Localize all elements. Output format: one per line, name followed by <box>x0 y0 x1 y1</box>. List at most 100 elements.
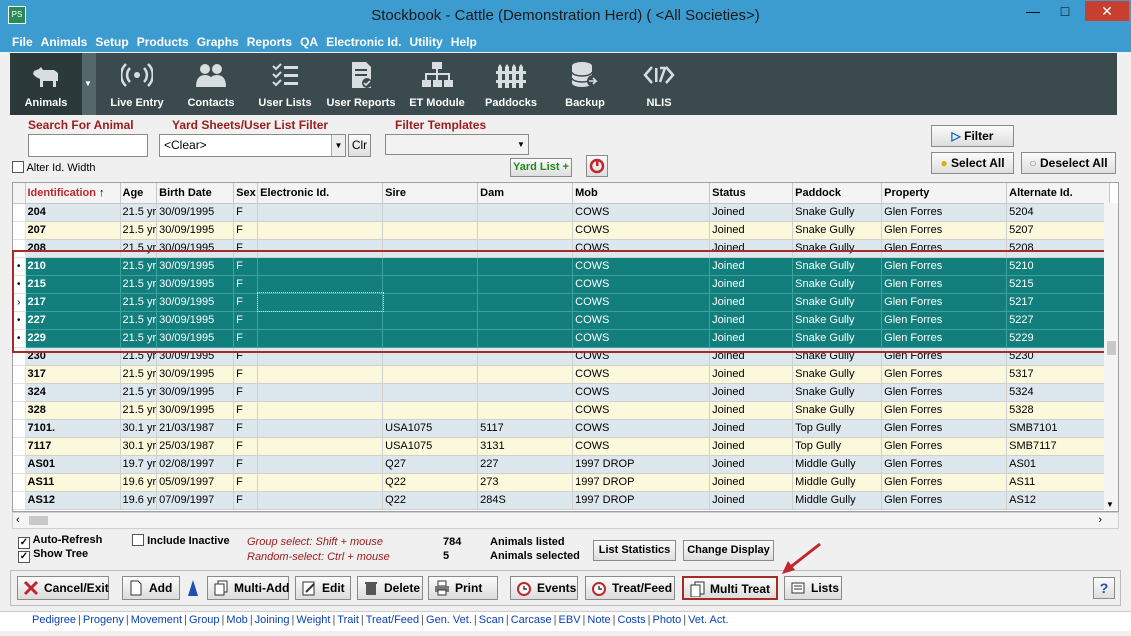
cell-age[interactable]: 21.5 yr <box>120 401 158 420</box>
cell-dam[interactable] <box>477 383 574 402</box>
cell-dam[interactable]: 5117 <box>477 419 574 438</box>
cell-identification[interactable]: 317 <box>25 365 121 384</box>
cell-electronic-id[interactable] <box>257 419 384 438</box>
cell-property[interactable]: Glen Forres <box>881 383 1008 402</box>
header-identification[interactable]: Identification ↑ <box>25 183 121 204</box>
header-sex[interactable]: Sex <box>233 183 259 204</box>
header-birth-date[interactable]: Birth Date <box>156 183 235 204</box>
cell-dam[interactable] <box>477 221 574 240</box>
deselect-all-button[interactable]: ○ Deselect All <box>1021 152 1116 174</box>
cell-age[interactable]: 21.5 yr <box>120 365 158 384</box>
maximize-button[interactable]: □ <box>1050 1 1080 21</box>
cell-electronic-id[interactable] <box>257 221 384 240</box>
cell-property[interactable]: Glen Forres <box>881 365 1008 384</box>
vertical-scrollbar[interactable]: ▼ <box>1104 203 1118 510</box>
cell-paddock[interactable]: Middle Gully <box>792 455 883 474</box>
cell-status[interactable]: Joined <box>709 437 794 456</box>
link-movement[interactable]: Movement <box>129 614 184 626</box>
toolbar-contacts[interactable]: Contacts <box>176 53 246 115</box>
cell-electronic-id[interactable] <box>257 437 384 456</box>
edit-button[interactable]: Edit <box>295 576 351 600</box>
link-group[interactable]: Group <box>187 614 222 626</box>
cell-dam[interactable] <box>477 401 574 420</box>
cell-sire[interactable] <box>382 401 479 420</box>
cell-sex[interactable]: F <box>233 401 259 420</box>
cell-identification[interactable]: 7117 <box>25 437 121 456</box>
cell-identification[interactable]: 7101. <box>25 419 121 438</box>
link-costs[interactable]: Costs <box>616 614 648 626</box>
cell-paddock[interactable]: Snake Gully <box>792 221 883 240</box>
link-pedigree[interactable]: Pedigree <box>30 614 78 626</box>
toolbar-nlis[interactable]: NLIS <box>624 53 694 115</box>
cell-mob[interactable]: 1997 DROP <box>572 455 711 474</box>
menu-setup[interactable]: Setup <box>91 32 132 49</box>
menu-utility[interactable]: Utility <box>405 32 446 49</box>
table-row[interactable]: 204 21.5 yr 30/09/1995 F COWS Joined Snake Gul… <box>13 203 1111 222</box>
cell-mob[interactable]: COWS <box>572 419 711 438</box>
cell-alternate-id[interactable]: AS12 <box>1006 491 1111 510</box>
cell-birth-date[interactable]: 30/09/1995 <box>156 221 235 240</box>
cell-property[interactable]: Glen Forres <box>881 455 1008 474</box>
cell-alternate-id[interactable]: AS11 <box>1006 473 1111 492</box>
toolbar-user-reports[interactable]: User Reports <box>324 53 398 115</box>
cell-birth-date[interactable]: 30/09/1995 <box>156 383 235 402</box>
link-note[interactable]: Note <box>585 614 612 626</box>
cell-status[interactable]: Joined <box>709 419 794 438</box>
cell-mob[interactable]: COWS <box>572 437 711 456</box>
link-vet-act[interactable]: Vet. Act. <box>686 614 730 626</box>
cell-property[interactable]: Glen Forres <box>881 473 1008 492</box>
minimize-button[interactable]: — <box>1018 1 1048 21</box>
cell-status[interactable]: Joined <box>709 221 794 240</box>
cell-sire[interactable] <box>382 221 479 240</box>
chevron-right-icon[interactable]: › <box>1098 514 1102 526</box>
cell-sex[interactable]: F <box>233 437 259 456</box>
events-button[interactable]: Events <box>510 576 578 600</box>
cell-electronic-id[interactable] <box>257 473 384 492</box>
header-dam[interactable]: Dam <box>477 183 574 204</box>
toolbar-et-module[interactable]: ET Module <box>402 53 472 115</box>
menu-file[interactable]: File <box>8 32 37 49</box>
table-row[interactable]: AS01 19.7 yr 02/08/1997 F Q27 227 1997 DROP Joi… <box>13 455 1111 474</box>
add-button[interactable]: Add <box>122 576 180 600</box>
filter-button[interactable]: ▷ Filter <box>931 125 1014 147</box>
cell-alternate-id[interactable]: AS01 <box>1006 455 1111 474</box>
link-ebv[interactable]: EBV <box>557 614 583 626</box>
cell-status[interactable]: Joined <box>709 491 794 510</box>
cell-electronic-id[interactable] <box>257 203 384 222</box>
toolbar-dropdown[interactable]: ▼ <box>82 53 96 115</box>
yard-filter-select[interactable]: <Clear> ▼ <box>159 134 346 157</box>
menu-graphs[interactable]: Graphs <box>193 32 243 49</box>
cell-mob[interactable]: COWS <box>572 203 711 222</box>
cell-sex[interactable]: F <box>233 419 259 438</box>
table-row[interactable]: 207 21.5 yr 30/09/1995 F COWS Joined Snake Gul… <box>13 221 1111 240</box>
cell-age[interactable]: 21.5 yr <box>120 203 158 222</box>
link-treat-feed[interactable]: Treat/Feed <box>364 614 421 626</box>
cell-identification[interactable]: AS01 <box>25 455 121 474</box>
select-all-button[interactable]: ● Select All <box>931 152 1014 174</box>
cell-property[interactable]: Glen Forres <box>881 221 1008 240</box>
cell-birth-date[interactable]: 30/09/1995 <box>156 365 235 384</box>
header-age[interactable]: Age <box>120 183 158 204</box>
include-inactive-checkbox[interactable]: Include Inactive <box>132 534 230 547</box>
cell-sex[interactable]: F <box>233 383 259 402</box>
chevron-down-icon[interactable]: ▼ <box>1106 500 1114 509</box>
cell-age[interactable]: 19.6 yr <box>120 473 158 492</box>
list-statistics-button[interactable]: List Statistics <box>593 540 676 561</box>
cell-alternate-id[interactable]: 5317 <box>1006 365 1111 384</box>
cell-birth-date[interactable]: 21/03/1987 <box>156 419 235 438</box>
link-progeny[interactable]: Progeny <box>81 614 126 626</box>
cell-electronic-id[interactable] <box>257 383 384 402</box>
cell-birth-date[interactable]: 07/09/1997 <box>156 491 235 510</box>
cell-alternate-id[interactable]: SMB7117 <box>1006 437 1111 456</box>
cell-mob[interactable]: COWS <box>572 221 711 240</box>
cell-birth-date[interactable]: 25/03/1987 <box>156 437 235 456</box>
menu-animals[interactable]: Animals <box>37 32 92 49</box>
cell-paddock[interactable]: Middle Gully <box>792 491 883 510</box>
treat-feed-button[interactable]: Treat/Feed <box>585 576 675 600</box>
cell-sire[interactable]: USA1075 <box>382 419 479 438</box>
cell-sex[interactable]: F <box>233 221 259 240</box>
header-sire[interactable]: Sire <box>382 183 479 204</box>
cell-age[interactable]: 19.7 yr <box>120 455 158 474</box>
cell-sex[interactable]: F <box>233 455 259 474</box>
cell-property[interactable]: Glen Forres <box>881 491 1008 510</box>
